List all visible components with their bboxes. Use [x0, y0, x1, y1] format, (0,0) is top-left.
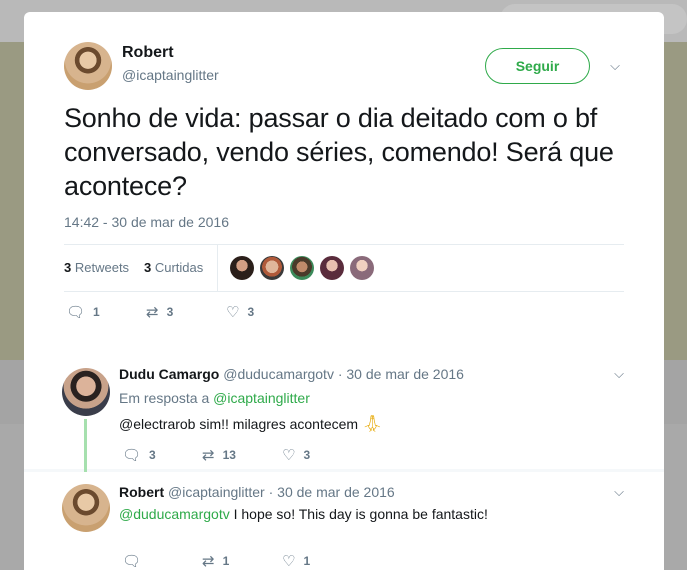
- retweet-count: 3: [166, 305, 174, 319]
- reply-date[interactable]: · 30 de mar de 2016: [338, 366, 464, 382]
- chevron-down-icon[interactable]: ⌵: [612, 367, 626, 381]
- chevron-down-icon[interactable]: ⌵: [612, 485, 626, 499]
- tweet-timestamp[interactable]: 14:42 - 30 de mar de 2016: [64, 214, 229, 230]
- in-reply-handle[interactable]: @icaptainglitter: [213, 390, 310, 406]
- reply-text-body: I hope so! This day is gonna be fantasti…: [233, 506, 488, 522]
- reply-button[interactable]: 🗨︎ 3: [122, 446, 156, 464]
- liker-avatar[interactable]: [350, 256, 374, 280]
- reply-date[interactable]: · 30 de mar de 2016: [269, 484, 395, 500]
- reply-author-handle[interactable]: @icaptainglitter: [168, 484, 265, 500]
- reply-header: Dudu Camargo @duducamargotv · 30 de mar …: [119, 366, 464, 382]
- avatar[interactable]: [62, 368, 110, 416]
- follow-button[interactable]: Seguir: [485, 48, 590, 84]
- thread-line: [84, 419, 87, 472]
- like-button[interactable]: ♡ 1: [282, 552, 310, 570]
- praying-hands-icon: 🙏︎: [362, 416, 383, 433]
- reply-tweet[interactable]: Dudu Camargo @duducamargotv · 30 de mar …: [24, 354, 664, 472]
- like-button[interactable]: ♡ 3: [282, 446, 310, 464]
- reply-icon: 🗨︎: [122, 447, 142, 464]
- reply-text: @duducamargotv I hope so! This day is go…: [119, 506, 488, 522]
- retweet-icon: ⇄: [202, 447, 215, 464]
- reply-count: 1: [93, 305, 100, 319]
- in-reply-to: Em resposta a @icaptainglitter: [119, 390, 310, 406]
- retweet-button[interactable]: ⇄ 1: [202, 552, 229, 570]
- divider: [217, 244, 218, 291]
- divider: [64, 291, 624, 292]
- reply-icon: 🗨︎: [66, 304, 86, 321]
- reply-text: @electrarob sim!! milagres acontecem 🙏︎: [119, 414, 382, 434]
- reply-header: Robert @icaptainglitter · 30 de mar de 2…: [119, 484, 395, 500]
- reply-text-body: @electrarob sim!! milagres acontecem: [119, 416, 359, 432]
- liker-avatar[interactable]: [320, 256, 344, 280]
- reply-author-name[interactable]: Dudu Camargo: [119, 366, 219, 382]
- reply-author-name[interactable]: Robert: [119, 484, 164, 500]
- tweet-text: Sonho de vida: passar o dia deitado com …: [64, 103, 614, 201]
- replies-section: Dudu Camargo @duducamargotv · 30 de mar …: [24, 354, 664, 570]
- avatar[interactable]: [62, 484, 110, 532]
- reply-mention[interactable]: @duducamargotv: [119, 506, 230, 522]
- like-count: 3: [247, 305, 255, 319]
- chevron-down-icon[interactable]: ⌵: [608, 59, 622, 73]
- heart-icon: ♡: [282, 447, 296, 464]
- author-name[interactable]: Robert: [122, 44, 174, 62]
- retweet-icon: ⇄: [202, 553, 215, 570]
- in-reply-prefix: Em resposta a: [119, 390, 210, 406]
- retweet-button[interactable]: ⇄ 3: [146, 303, 173, 321]
- likes-stat[interactable]: 3 Curtidas: [144, 260, 203, 275]
- likes-label: Curtidas: [154, 260, 204, 275]
- liker-avatar[interactable]: [290, 256, 314, 280]
- avatar[interactable]: [64, 42, 112, 90]
- retweet-button[interactable]: ⇄ 13: [202, 446, 236, 464]
- reply-button[interactable]: 🗨︎ 1: [66, 303, 100, 321]
- retweets-count: 3: [64, 260, 72, 275]
- liker-avatar[interactable]: [230, 256, 254, 280]
- heart-icon: ♡: [282, 553, 296, 570]
- reply-icon: 🗨︎: [122, 553, 142, 570]
- like-button[interactable]: ♡ 3: [226, 303, 254, 321]
- retweets-label: Retweets: [74, 260, 130, 275]
- tweet-modal: Robert @icaptainglitter Seguir ⌵ Sonho d…: [24, 12, 664, 570]
- likes-count: 3: [144, 260, 152, 275]
- reply-tweet[interactable]: Robert @icaptainglitter · 30 de mar de 2…: [24, 472, 664, 570]
- liker-avatar[interactable]: [260, 256, 284, 280]
- retweets-stat[interactable]: 3 Retweets: [64, 260, 129, 275]
- main-tweet: Robert @icaptainglitter Seguir ⌵ Sonho d…: [24, 12, 664, 354]
- reply-author-handle[interactable]: @duducamargotv: [223, 366, 334, 382]
- reply-button[interactable]: 🗨︎: [122, 552, 149, 570]
- retweet-count: 1: [222, 554, 230, 568]
- divider: [64, 244, 624, 245]
- heart-icon: ♡: [226, 304, 240, 321]
- author-handle[interactable]: @icaptainglitter: [122, 67, 219, 83]
- retweet-count: 13: [222, 448, 236, 462]
- reply-count: 3: [149, 448, 156, 462]
- like-count: 3: [303, 448, 311, 462]
- retweet-icon: ⇄: [146, 304, 159, 321]
- like-count: 1: [303, 554, 311, 568]
